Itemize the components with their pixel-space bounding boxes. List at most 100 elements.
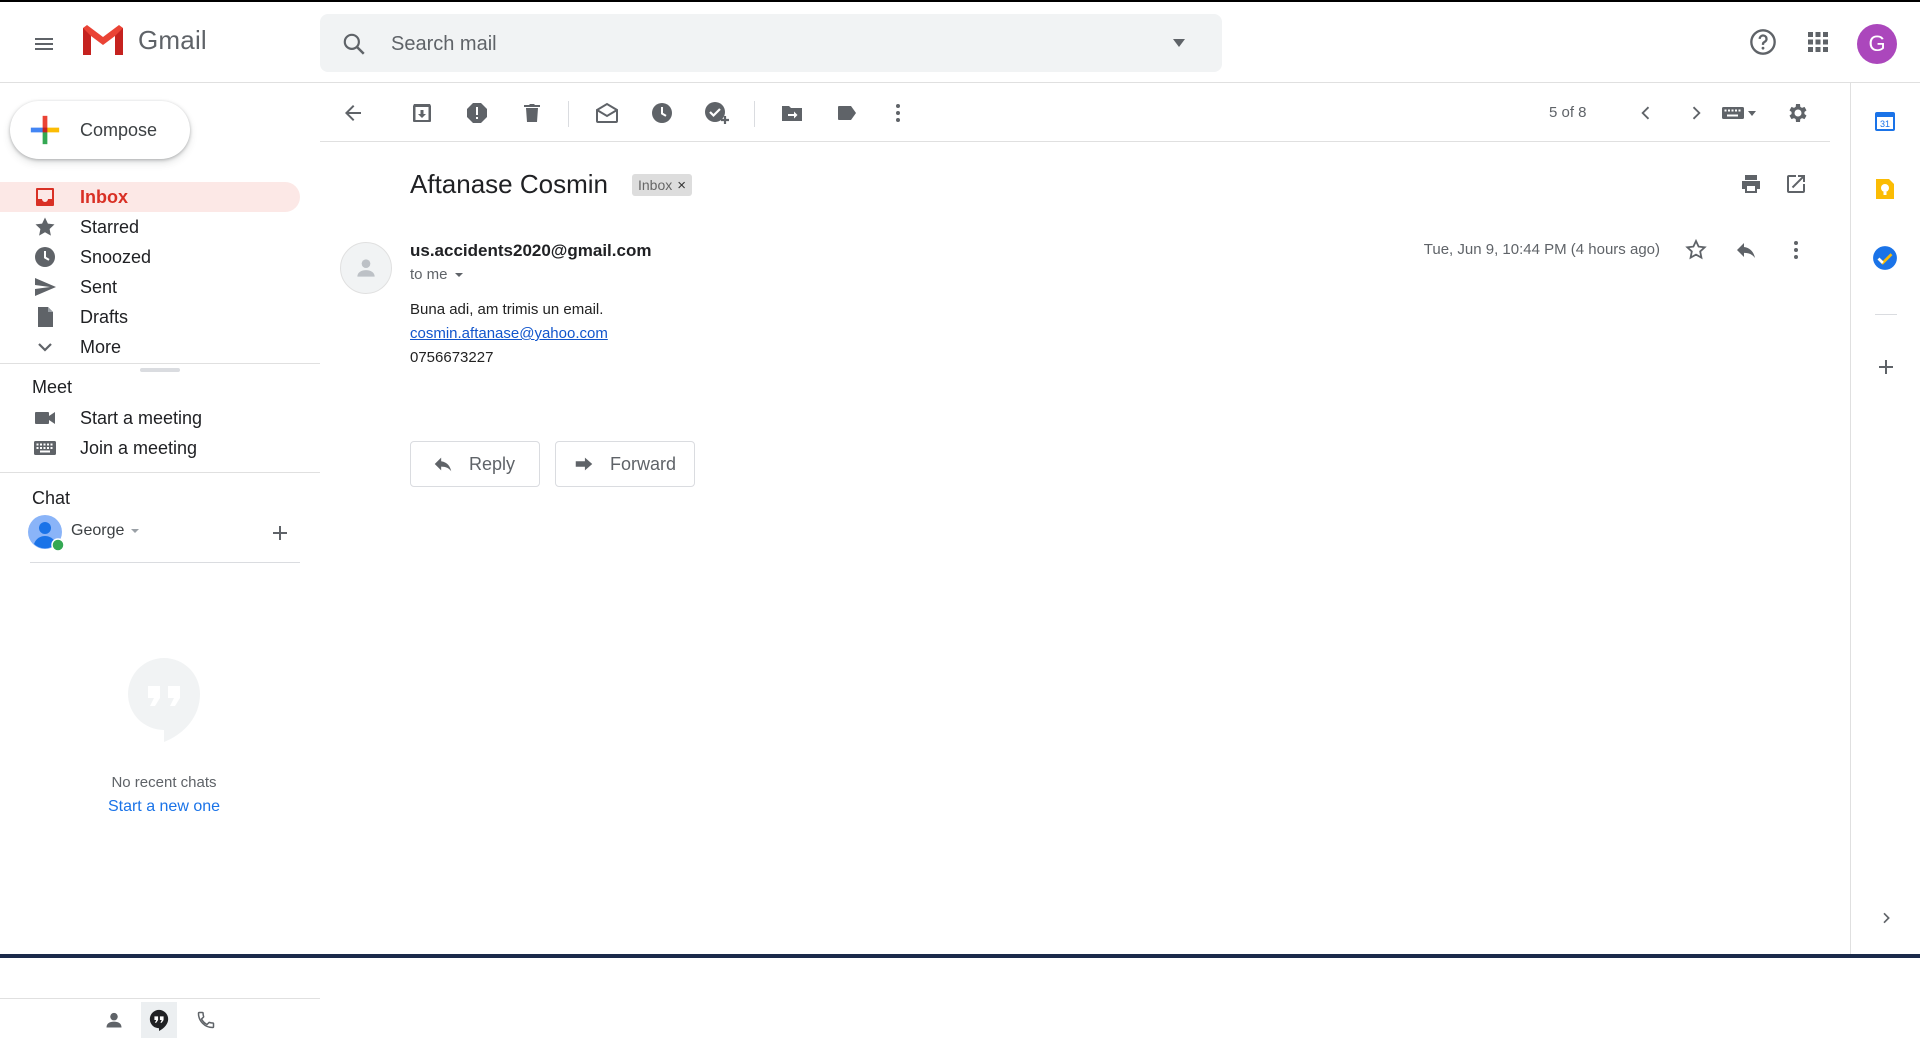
reply-button[interactable]: Reply	[410, 441, 540, 487]
arrow-back-icon	[345, 105, 361, 121]
sidebar-item-label: Drafts	[80, 306, 129, 327]
sidebar-item-inbox[interactable]: Inbox	[0, 182, 300, 212]
more-actions-button[interactable]	[878, 93, 918, 133]
side-panel: 31	[1850, 83, 1920, 958]
contacts-tab[interactable]	[101, 1007, 127, 1033]
report-spam-button[interactable]	[457, 93, 497, 133]
svg-text:31: 31	[1880, 119, 1890, 129]
open-new-window-button[interactable]	[1776, 164, 1816, 204]
sidebar-item-snoozed[interactable]: Snoozed	[0, 242, 300, 272]
print-all-button[interactable]	[1731, 164, 1771, 204]
chevron-right-icon	[1883, 912, 1890, 924]
sidebar-item-drafts[interactable]: Drafts	[0, 302, 300, 332]
reply-label: Reply	[469, 453, 516, 474]
chat-user-avatar[interactable]	[28, 515, 64, 551]
calendar-app-button[interactable]: 31	[1867, 103, 1903, 139]
sidebar-item-label: Sent	[80, 276, 118, 297]
chat-user-name: George	[71, 522, 125, 539]
gmail-logo[interactable]: Gmail	[80, 22, 207, 58]
person-icon	[357, 259, 375, 277]
mark-unread-icon	[596, 102, 618, 123]
more-vert-icon	[1794, 241, 1798, 259]
delete-button[interactable]	[512, 93, 552, 133]
help-icon	[1750, 29, 1776, 55]
dropdown-arrow-icon	[131, 529, 140, 533]
divider	[0, 472, 320, 473]
chevron-left-icon	[1641, 106, 1650, 120]
move-to-button[interactable]	[772, 93, 812, 133]
mark-unread-button[interactable]	[587, 93, 627, 133]
message-subject: Aftanase Cosmin	[410, 169, 608, 199]
sidebar-item-starred[interactable]: Starred	[0, 212, 300, 242]
open-in-new-icon	[1787, 175, 1805, 193]
snooze-button[interactable]	[642, 93, 682, 133]
message-view: 5 of 8 Aftanase Cosmin Inbox × us.accide…	[320, 83, 1850, 958]
back-button[interactable]	[333, 93, 373, 133]
message-more-button[interactable]	[1776, 230, 1816, 270]
sidebar-item-more[interactable]: More	[0, 332, 300, 362]
phone-tab[interactable]	[193, 1007, 219, 1033]
inbox-label-chip[interactable]: Inbox ×	[632, 174, 693, 196]
forward-icon	[575, 457, 593, 471]
sender-avatar[interactable]	[340, 242, 392, 294]
calendar-icon: 31	[1875, 112, 1895, 131]
keep-app-button[interactable]	[1867, 171, 1903, 207]
join-meeting-link[interactable]: Join a meeting	[0, 433, 300, 463]
reply-quick-button[interactable]	[1726, 230, 1766, 270]
recipient-details[interactable]: to me	[410, 266, 464, 283]
taskbar-edge	[0, 954, 1920, 958]
search-bar[interactable]: Search mail	[320, 14, 1222, 72]
newer-button[interactable]	[1626, 93, 1666, 133]
start-meeting-link[interactable]: Start a meeting	[0, 403, 300, 433]
star-message-button[interactable]	[1676, 230, 1716, 270]
search-icon[interactable]	[341, 31, 367, 57]
sidebar-item-label: Starred	[80, 216, 140, 237]
chats-tab[interactable]	[141, 1002, 177, 1038]
get-addons-button[interactable]	[1872, 353, 1900, 381]
resize-handle[interactable]	[140, 368, 180, 372]
older-button[interactable]	[1676, 93, 1716, 133]
sidebar-item-label: More	[80, 336, 122, 357]
no-chats-illustration	[126, 656, 202, 742]
show-side-panel-button[interactable]	[1874, 906, 1898, 930]
pagination-count: 5 of 8	[1549, 104, 1587, 121]
hangouts-bottom-bar	[0, 998, 320, 1042]
apps-grid-icon	[1808, 32, 1828, 52]
plus-icon	[273, 526, 287, 540]
chat-user-status-menu[interactable]: George	[71, 522, 140, 540]
start-new-chat-link[interactable]: Start a new one	[0, 798, 328, 816]
archive-button[interactable]	[402, 93, 442, 133]
inbox-icon	[36, 188, 54, 206]
search-input[interactable]: Search mail	[391, 33, 497, 56]
search-options-icon[interactable]	[1171, 36, 1187, 50]
body-line: Buna adi, am trimis un email.	[410, 301, 604, 318]
sidebar-item-sent[interactable]: Sent	[0, 272, 300, 302]
hangouts-quote-icon	[128, 658, 200, 742]
add-to-tasks-button[interactable]	[697, 93, 737, 133]
compose-button[interactable]: Compose	[10, 101, 190, 159]
body-email-link[interactable]: cosmin.aftanase@yahoo.com	[410, 325, 608, 342]
input-tools-button[interactable]	[1712, 93, 1768, 133]
remove-label-icon[interactable]: ×	[677, 177, 686, 194]
apps-button[interactable]	[1796, 20, 1840, 64]
person-icon	[106, 1012, 122, 1028]
gmail-m-icon	[83, 25, 123, 55]
sender-email[interactable]: us.accidents2020@gmail.com	[410, 241, 651, 261]
tasks-app-button[interactable]	[1867, 240, 1903, 276]
spam-icon	[467, 103, 487, 123]
sidebar: Compose Inbox Starred Snoozed Sent Draft…	[0, 83, 320, 1038]
support-button[interactable]	[1741, 20, 1785, 64]
clock-icon	[35, 247, 55, 267]
labels-button[interactable]	[827, 93, 867, 133]
new-chat-button[interactable]	[268, 521, 292, 545]
show-details-icon	[454, 272, 463, 277]
toolbar-separator	[568, 101, 569, 127]
divider	[30, 562, 300, 563]
gear-icon	[1789, 104, 1807, 122]
account-avatar[interactable]: G	[1857, 24, 1897, 64]
main-menu-button[interactable]	[20, 20, 68, 68]
app-name: Gmail	[138, 24, 207, 55]
settings-button[interactable]	[1777, 93, 1817, 133]
draft-icon	[38, 307, 53, 327]
forward-button[interactable]: Forward	[555, 441, 695, 487]
